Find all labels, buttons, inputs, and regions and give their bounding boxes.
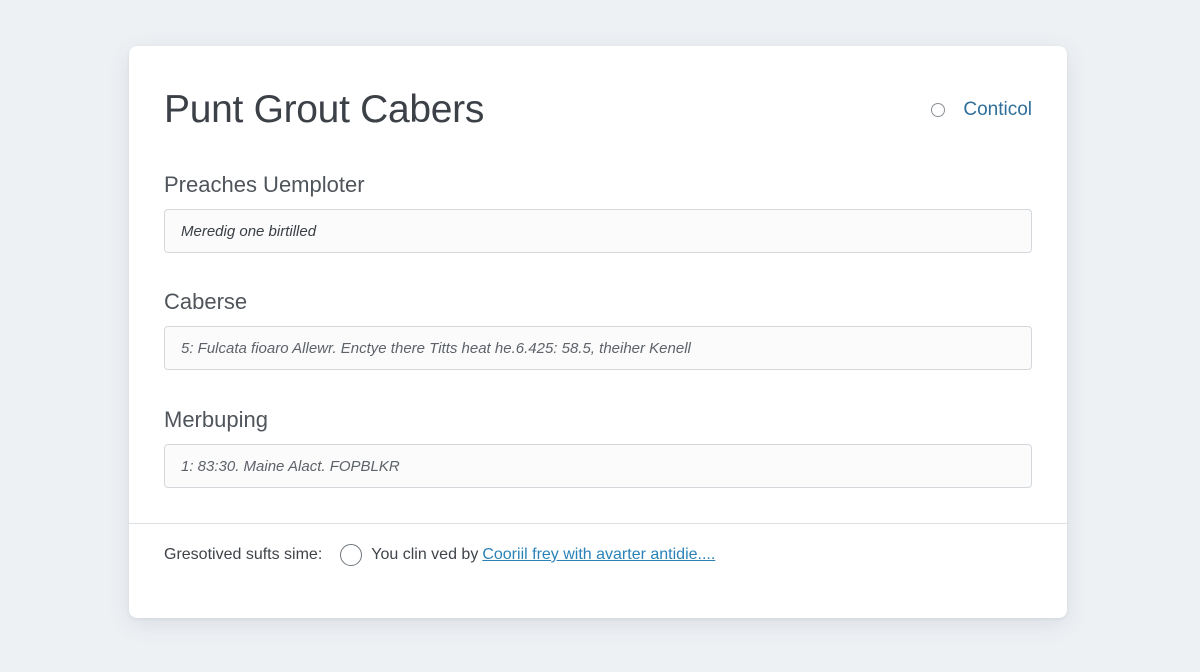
field-caberse: Caberse: [164, 287, 1032, 370]
field-label: Preaches Uemploter: [164, 172, 365, 197]
field-label: Merbuping: [164, 407, 268, 432]
card-footer: Gresotived sufts sime: You clin ved by C…: [164, 542, 715, 568]
footer-divider: [129, 523, 1067, 524]
field-merbuping: Merbuping: [164, 405, 1032, 488]
field-label: Caberse: [164, 289, 248, 314]
conticol-toggle[interactable]: Conticol: [931, 99, 1032, 121]
conticol-link[interactable]: Conticol: [963, 99, 1032, 121]
card-header: Punt Grout Cabers Conticol: [164, 84, 1032, 136]
radio-circle-icon[interactable]: [340, 544, 363, 566]
page-title: Punt Grout Cabers: [164, 88, 485, 131]
footer-label: Gresotived sufts sime:: [164, 546, 323, 563]
radio-circle-icon[interactable]: [931, 103, 946, 117]
field-preaches-uemploter: Preaches Uemploter: [164, 170, 1032, 253]
form-card: Punt Grout Cabers Conticol Preaches Uemp…: [129, 46, 1067, 618]
preaches-uemploter-input[interactable]: [164, 209, 1032, 253]
merbuping-input[interactable]: [164, 444, 1032, 488]
footer-link[interactable]: Cooriil frey with avarter antidie....: [482, 546, 715, 564]
caberse-input[interactable]: [164, 326, 1032, 370]
footer-option-text: You clin ved by: [371, 546, 479, 563]
